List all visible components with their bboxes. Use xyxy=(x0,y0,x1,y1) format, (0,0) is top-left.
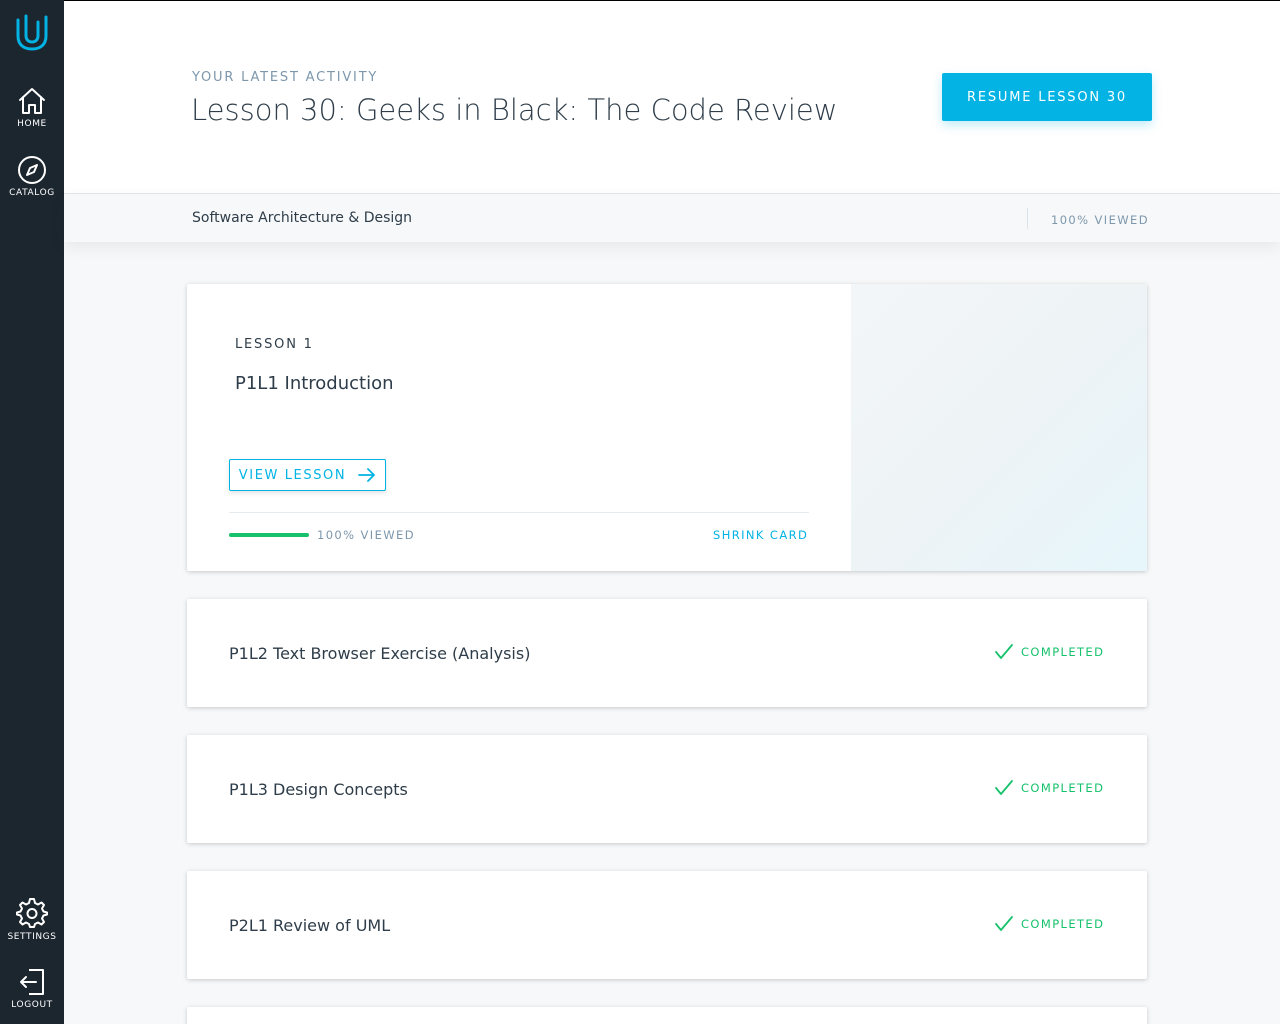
lesson-progress-fill xyxy=(229,533,309,537)
nav-logout[interactable]: LOGOUT xyxy=(0,967,64,1010)
page-title: Lesson 30: Geeks in Black: The Code Revi… xyxy=(191,93,838,127)
course-name: Software Architecture & Design xyxy=(192,210,413,226)
lesson-title: P1L2 Text Browser Exercise (Analysis) xyxy=(229,644,531,663)
checkmark-icon xyxy=(995,780,1013,795)
shrink-card-link[interactable]: SHRINK CARD xyxy=(713,528,808,542)
completed-label: COMPLETED xyxy=(1021,781,1105,795)
completed-status: COMPLETED xyxy=(995,916,1104,932)
view-lesson-label: VIEW LESSON xyxy=(238,467,347,483)
lesson-title: P1L1 Introduction xyxy=(235,373,394,394)
lesson-number: LESSON 1 xyxy=(235,337,314,352)
latest-activity-header: YOUR LATEST ACTIVITY Lesson 30: Geeks in… xyxy=(64,0,1280,193)
gear-icon xyxy=(16,898,48,928)
nav-catalog-label: CATALOG xyxy=(9,188,55,198)
lesson-title: P2L1 Review of UML xyxy=(229,916,391,935)
home-icon xyxy=(19,88,45,114)
lesson-card[interactable]: P1L3 Design Concepts COMPLETED xyxy=(187,735,1147,843)
lesson-card[interactable]: P2L1 Review of UML COMPLETED xyxy=(187,871,1147,979)
lesson-progress-bar xyxy=(229,533,309,537)
udacity-logo-icon[interactable] xyxy=(14,12,50,52)
sidebar: HOME CATALOG SETTINGS LOGOUT xyxy=(0,0,64,1024)
nav-logout-label: LOGOUT xyxy=(11,1000,53,1010)
divider xyxy=(1027,208,1028,229)
compass-icon xyxy=(18,156,46,184)
resume-lesson-button[interactable]: RESUME LESSON 30 xyxy=(942,73,1152,121)
divider xyxy=(229,512,809,513)
nav-home[interactable]: HOME xyxy=(0,86,64,129)
checkmark-icon xyxy=(995,644,1013,659)
nav-settings[interactable]: SETTINGS xyxy=(0,897,64,942)
arrow-right-icon xyxy=(358,468,376,482)
lesson-viewed-status: 100% VIEWED xyxy=(317,528,415,542)
latest-activity-label: YOUR LATEST ACTIVITY xyxy=(192,70,379,85)
lesson-card[interactable]: P1L2 Text Browser Exercise (Analysis) CO… xyxy=(187,599,1147,707)
logout-icon xyxy=(20,969,44,995)
lesson-image xyxy=(851,284,1147,571)
checkmark-icon xyxy=(995,916,1013,931)
completed-status: COMPLETED xyxy=(995,780,1104,796)
completed-status: COMPLETED xyxy=(995,644,1104,660)
nav-catalog[interactable]: CATALOG xyxy=(0,155,64,198)
course-bar: Software Architecture & Design 100% VIEW… xyxy=(64,193,1280,242)
featured-lesson-card: LESSON 1 P1L1 Introduction VIEW LESSON 1… xyxy=(187,284,1147,571)
lesson-title: P1L3 Design Concepts xyxy=(229,780,408,799)
completed-label: COMPLETED xyxy=(1021,645,1105,659)
completed-label: COMPLETED xyxy=(1021,917,1105,931)
view-lesson-button[interactable]: VIEW LESSON xyxy=(229,459,386,491)
nav-settings-label: SETTINGS xyxy=(7,932,57,942)
course-viewed-status: 100% VIEWED xyxy=(1051,213,1149,227)
lesson-card[interactable] xyxy=(187,1007,1147,1024)
nav-home-label: HOME xyxy=(17,119,47,129)
